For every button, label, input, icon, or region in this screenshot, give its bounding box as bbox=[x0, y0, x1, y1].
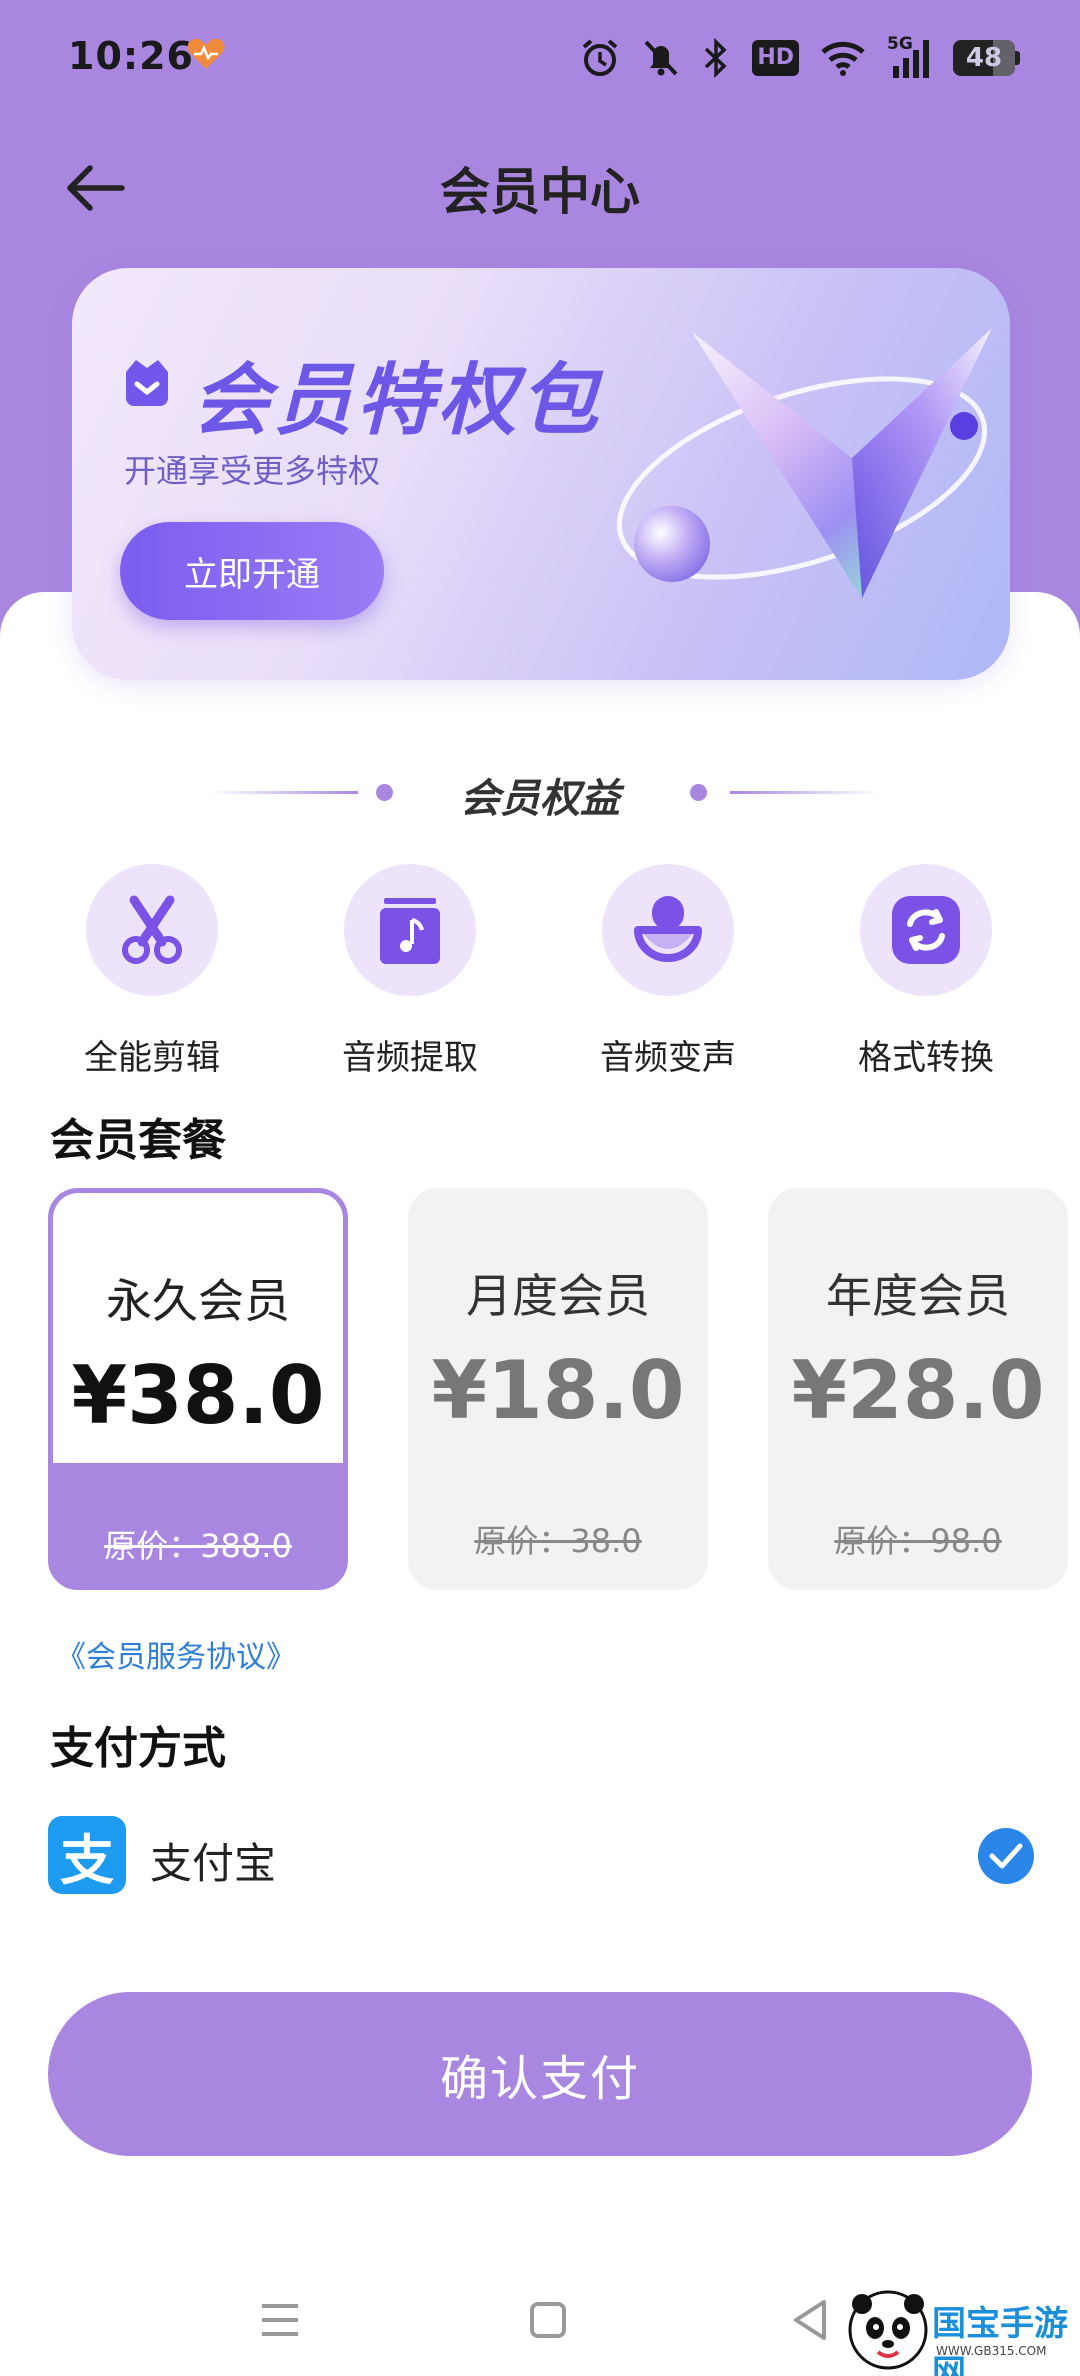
vip-badge-icon bbox=[126, 360, 168, 406]
plans-title: 会员套餐 bbox=[50, 1115, 226, 1166]
service-agreement-link[interactable]: 《会员服务协议》 bbox=[56, 1632, 296, 1676]
mute-bell-icon bbox=[644, 40, 678, 76]
v-logo-decoration bbox=[616, 328, 992, 598]
alipay-icon: 支 bbox=[48, 1816, 126, 1894]
open-now-button[interactable]: 立即开通 bbox=[120, 522, 384, 620]
benefit-editing[interactable]: 全能剪辑 bbox=[52, 864, 252, 1079]
panda-logo-icon bbox=[848, 2290, 928, 2370]
benefit-voice-change[interactable]: 音频变声 bbox=[568, 864, 768, 1079]
convert-icon bbox=[892, 896, 960, 964]
payment-method-alipay[interactable]: 支 支付宝 bbox=[48, 1816, 1034, 1896]
status-icons: HD 5G 48 bbox=[580, 32, 1020, 84]
status-time: 10:26 bbox=[68, 34, 194, 78]
benefit-audio-extract[interactable]: 音频提取 bbox=[310, 864, 510, 1079]
benefits-header: 会员权益 bbox=[0, 764, 1080, 822]
home-icon[interactable] bbox=[518, 2290, 578, 2350]
plan-card-yearly[interactable]: 年度会员 ¥28.0 原价：98.0 bbox=[768, 1188, 1068, 1590]
vip-banner: 会员特权包 开通享受更多特权 立即开通 bbox=[72, 268, 1010, 680]
wifi-icon bbox=[821, 41, 865, 76]
signal-icon: 5G bbox=[887, 34, 931, 78]
payment-method-label: 支付宝 bbox=[150, 1839, 277, 1888]
heart-icon bbox=[187, 38, 225, 69]
battery-icon: 48 bbox=[953, 40, 1020, 76]
plan-card-lifetime[interactable]: 永久会员 ¥38.0 原价：388.0 bbox=[48, 1188, 348, 1590]
plan-card-monthly[interactable]: 月度会员 ¥18.0 原价：38.0 bbox=[408, 1188, 708, 1590]
watermark-text: 国宝手游网 bbox=[932, 2304, 1068, 2376]
benefits-title: 会员权益 bbox=[460, 776, 620, 822]
banner-title: 会员特权包 bbox=[192, 356, 603, 446]
watermark-url: WWW.GB315.COM bbox=[936, 2344, 1047, 2358]
page-title: 会员中心 bbox=[440, 163, 640, 221]
status-bar: 10:26 HD 5G 48 bbox=[0, 0, 1080, 120]
music-note-icon bbox=[380, 898, 440, 964]
benefits-grid: 全能剪辑 音频提取 音频变声 格式转换 bbox=[0, 864, 1080, 1078]
menu-icon[interactable] bbox=[250, 2290, 310, 2350]
alarm-icon bbox=[583, 39, 618, 76]
bluetooth-icon bbox=[705, 38, 727, 78]
payment-title: 支付方式 bbox=[50, 1723, 226, 1774]
checkmark-icon[interactable] bbox=[978, 1828, 1034, 1884]
watermark: 国宝手游网 WWW.GB315.COM bbox=[836, 2286, 1080, 2376]
scissors-icon bbox=[122, 895, 182, 964]
benefit-format-convert[interactable]: 格式转换 bbox=[826, 864, 1026, 1079]
confirm-pay-button[interactable]: 确认支付 bbox=[48, 1992, 1032, 2156]
banner-subtitle: 开通享受更多特权 bbox=[124, 452, 381, 490]
hd-icon: HD bbox=[752, 40, 799, 76]
back-nav-icon[interactable] bbox=[780, 2290, 840, 2350]
microphone-icon bbox=[634, 896, 702, 962]
